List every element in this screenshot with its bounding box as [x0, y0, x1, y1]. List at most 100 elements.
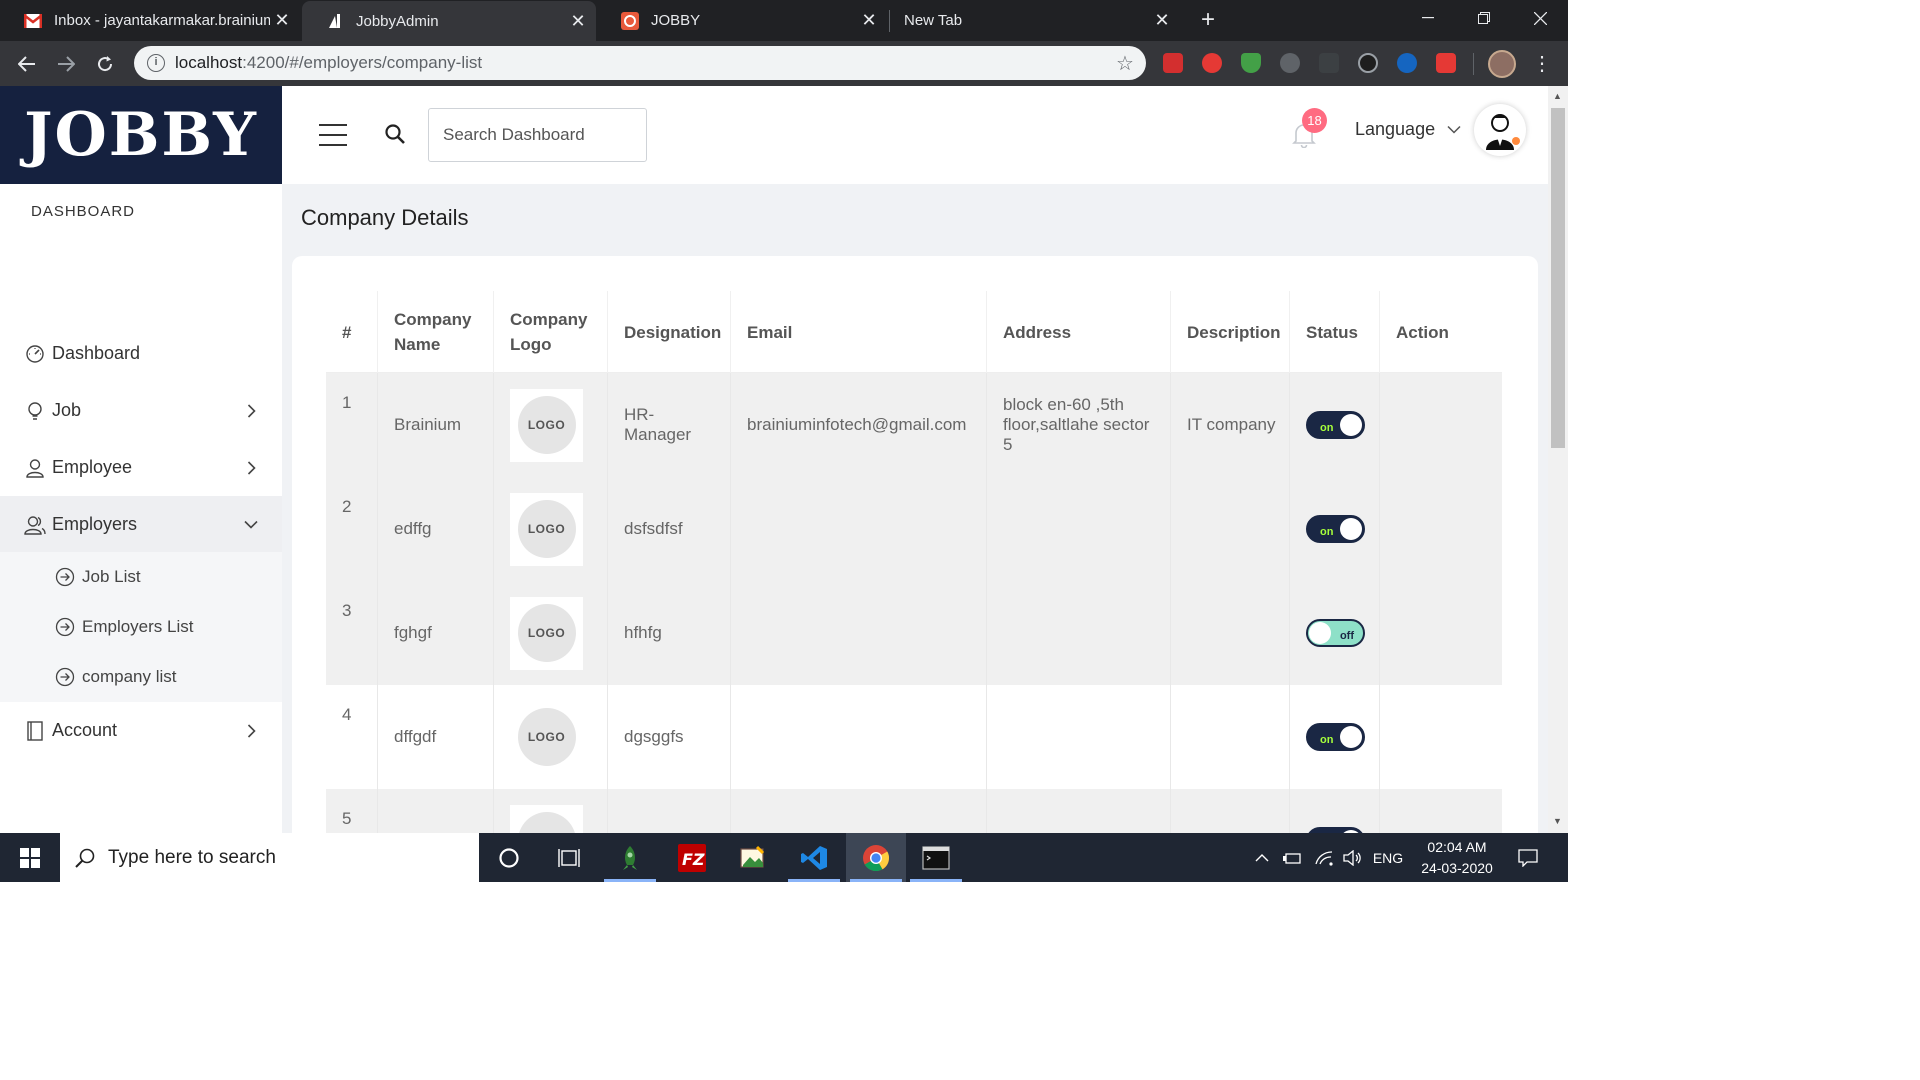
extension-video-icon[interactable]: [1163, 53, 1183, 73]
address-cell: [986, 685, 1170, 789]
hamburger-menu-icon[interactable]: [319, 124, 347, 146]
search-icon[interactable]: [384, 123, 406, 145]
status-toggle[interactable]: on: [1306, 515, 1365, 543]
submenu-label: company list: [82, 667, 177, 686]
clock-date: 24-03-2020: [1421, 860, 1493, 876]
close-tab-icon[interactable]: ✕: [1150, 10, 1174, 31]
extension-shield-icon[interactable]: [1241, 53, 1261, 73]
language-dropdown[interactable]: Language: [1355, 119, 1461, 140]
app-rocket-icon[interactable]: [600, 833, 660, 882]
tab-title: JobbyAdmin: [356, 12, 439, 30]
book-icon: [24, 720, 46, 742]
company-logo-cell: LOGO: [493, 685, 607, 789]
email-cell: brainiuminfotech@gmail.com: [730, 373, 986, 477]
terminal-icon[interactable]: [906, 833, 966, 882]
browser-tab-gmail[interactable]: Inbox - jayantakarmakar.brainium ✕: [0, 0, 300, 41]
company-table: # Company Name Company Logo Designation …: [326, 291, 1502, 833]
input-language-indicator[interactable]: ENG: [1370, 833, 1406, 882]
email-cell: [730, 685, 986, 789]
notification-count-badge: 18: [1302, 108, 1327, 133]
close-tab-icon[interactable]: ✕: [566, 11, 590, 32]
restore-icon[interactable]: [1456, 0, 1512, 36]
cortana-icon[interactable]: [479, 833, 539, 882]
battery-icon[interactable]: [1280, 833, 1304, 882]
sidebar-item-label: Dashboard: [52, 343, 141, 363]
user-avatar[interactable]: [1474, 104, 1526, 156]
sidebar-item-employee[interactable]: Employee: [0, 439, 282, 496]
extension-gray-icon[interactable]: [1319, 53, 1339, 73]
scroll-up-arrow-icon[interactable]: ▲: [1553, 91, 1562, 101]
action-center-icon[interactable]: [1510, 833, 1546, 882]
company-details-card: # Company Name Company Logo Designation …: [292, 256, 1538, 833]
filezilla-icon[interactable]: FZ: [662, 833, 722, 882]
bookmark-star-icon[interactable]: ☆: [1110, 51, 1140, 76]
taskbar-clock[interactable]: 02:04 AM 24-03-2020: [1410, 837, 1504, 879]
new-tab-button[interactable]: +: [1194, 6, 1222, 34]
browser-tab-jobby[interactable]: JOBBY ✕: [597, 0, 887, 41]
scroll-down-arrow-icon[interactable]: ▼: [1553, 816, 1562, 826]
url-text[interactable]: localhost:4200/#/employers/company-list: [175, 53, 1110, 73]
chevron-right-icon: [242, 403, 260, 418]
jobby-logo[interactable]: JOBBY: [0, 86, 282, 184]
status-cell: on: [1289, 789, 1379, 833]
close-tab-icon[interactable]: ✕: [270, 10, 294, 31]
extension-dark-icon[interactable]: [1358, 53, 1378, 73]
browser-profile-avatar[interactable]: [1488, 50, 1516, 78]
volume-icon[interactable]: [1340, 833, 1364, 882]
taskbar-search-box[interactable]: Type here to search: [60, 833, 479, 882]
reload-icon[interactable]: [90, 49, 120, 79]
close-window-icon[interactable]: [1512, 0, 1568, 36]
status-toggle[interactable]: on: [1306, 411, 1365, 439]
close-tab-icon[interactable]: ✕: [857, 10, 881, 31]
lightbulb-icon: [24, 400, 46, 422]
address-cell: [986, 477, 1170, 581]
task-view-icon[interactable]: [539, 833, 599, 882]
sidebar-item-employers[interactable]: Employers: [0, 496, 282, 553]
status-toggle[interactable]: on: [1306, 723, 1365, 751]
wifi-icon[interactable]: [1312, 833, 1336, 882]
submenu-item-company-list[interactable]: company list: [0, 652, 282, 702]
address-bar[interactable]: i localhost:4200/#/employers/company-lis…: [134, 46, 1146, 80]
designation-cell: HR-Manager: [607, 373, 730, 477]
description-cell: [1170, 685, 1289, 789]
site-info-icon[interactable]: i: [147, 54, 165, 72]
extension-adblock-icon[interactable]: [1202, 53, 1222, 73]
minimize-icon[interactable]: [1400, 0, 1456, 36]
sidebar-item-dashboard[interactable]: Dashboard: [0, 325, 282, 382]
status-toggle[interactable]: off: [1306, 619, 1365, 647]
windows-start-icon[interactable]: [0, 833, 60, 882]
page-scrollbar[interactable]: ▲ ▼: [1548, 86, 1568, 833]
search-icon: [74, 847, 96, 869]
image-editor-icon[interactable]: [722, 833, 782, 882]
address-cell: [986, 581, 1170, 685]
table-row: 1 Brainium LOGO HR-Manager brainiuminfot…: [326, 373, 1502, 477]
extension-hook-icon[interactable]: [1280, 53, 1300, 73]
circle-arrow-right-icon: [54, 666, 76, 688]
address-cell: block en-60 ,5th floor,saltlahe sector 5: [986, 373, 1170, 477]
vscode-icon[interactable]: [784, 833, 844, 882]
extension-pocket-icon[interactable]: [1436, 53, 1456, 73]
circle-arrow-right-icon: [54, 566, 76, 588]
chrome-icon[interactable]: [846, 833, 906, 882]
forward-arrow-icon[interactable]: [51, 49, 81, 79]
submenu-item-employers-list[interactable]: Employers List: [0, 602, 282, 652]
back-arrow-icon[interactable]: [12, 49, 42, 79]
sidebar-item-job[interactable]: Job: [0, 382, 282, 439]
row-number: 1: [342, 393, 352, 412]
tab-title: JOBBY: [651, 12, 701, 29]
online-status-dot: [1512, 137, 1520, 145]
sidebar-item-label: Employee: [52, 457, 133, 477]
extension-spy-icon[interactable]: [1397, 53, 1417, 73]
user-icon: [24, 457, 46, 479]
submenu-item-job-list[interactable]: Job List: [0, 552, 282, 602]
sidebar-item-account[interactable]: Account: [0, 702, 282, 759]
browser-tab-newtab[interactable]: New Tab ✕: [880, 0, 1180, 41]
browser-menu-icon[interactable]: ⋮: [1532, 51, 1552, 76]
scrollbar-thumb[interactable]: [1551, 108, 1565, 448]
show-hidden-icons-icon[interactable]: [1252, 833, 1272, 882]
search-dashboard-input[interactable]: [428, 108, 647, 162]
company-logo-image: LOGO: [510, 596, 583, 670]
company-name-cell: fghgf: [377, 581, 493, 685]
designation-cell: [607, 789, 730, 833]
browser-tab-jobbyadmin[interactable]: JobbyAdmin ✕: [302, 1, 596, 41]
